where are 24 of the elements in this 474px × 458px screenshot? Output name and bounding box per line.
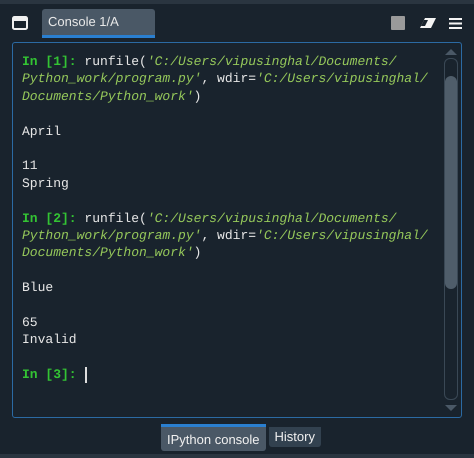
console-line: Documents/Python_work') bbox=[22, 88, 202, 106]
window-icon[interactable] bbox=[12, 16, 28, 30]
menu-icon[interactable] bbox=[449, 18, 462, 29]
text-cursor bbox=[84, 366, 87, 383]
console-line: Blue bbox=[22, 279, 54, 297]
console-line: In [2]: runfile('C:/Users/vipusinghal/Documents/ bbox=[22, 210, 396, 228]
pane-tab[interactable]: IPython console bbox=[161, 424, 266, 451]
console-line: In [1]: runfile('C:/Users/vipusinghal/Documents/ bbox=[22, 53, 396, 70]
console-line: Spring bbox=[22, 174, 69, 192]
console-line: In [3]: bbox=[22, 366, 87, 384]
console-tab[interactable]: Console 1/A bbox=[42, 9, 155, 38]
scrollbar-track[interactable] bbox=[444, 58, 458, 400]
console-line: 65 bbox=[22, 314, 38, 332]
console-line: Python_work/program.py', wdir='C:/Users/vipusinghal/ bbox=[22, 227, 428, 244]
pane-tab[interactable]: History bbox=[268, 427, 321, 447]
console-line: April bbox=[22, 122, 62, 140]
console-line: Invalid bbox=[22, 331, 77, 349]
console-line: Python_work/program.py', wdir='C:/Users/vipusinghal/ bbox=[22, 70, 428, 88]
console-line: Documents/Python_work') bbox=[22, 244, 202, 262]
scrollbar-thumb[interactable] bbox=[445, 76, 457, 289]
console-line: 11 bbox=[22, 157, 38, 175]
scroll-down-icon[interactable] bbox=[445, 405, 457, 411]
eraser-icon[interactable] bbox=[419, 17, 437, 29]
scroll-up-icon[interactable] bbox=[445, 49, 457, 55]
